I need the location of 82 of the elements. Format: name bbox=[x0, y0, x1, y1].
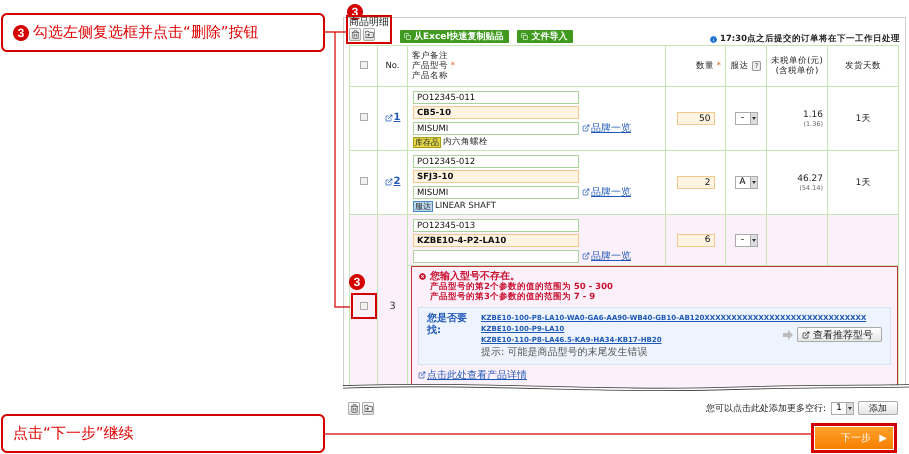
ship-days: 1天 bbox=[856, 114, 870, 124]
product-tag: 服达 bbox=[413, 201, 433, 212]
delete-button[interactable] bbox=[349, 28, 361, 41]
arrow-icon bbox=[783, 330, 793, 340]
column-header: 发货天数 bbox=[844, 61, 882, 71]
quantity-field[interactable]: 2 bbox=[676, 176, 714, 189]
info-icon bbox=[708, 34, 718, 44]
column-header: No. bbox=[384, 61, 401, 71]
external-link-icon bbox=[582, 252, 590, 260]
product-name: 内六角螺栓 bbox=[443, 138, 488, 147]
detail-link[interactable]: 点击此处查看产品详情 bbox=[418, 368, 527, 382]
row-checkbox[interactable] bbox=[360, 177, 368, 185]
folder-icon bbox=[364, 30, 374, 39]
error-title: 您输入型号不存在。 bbox=[418, 271, 891, 282]
select-all-checkbox[interactable] bbox=[360, 60, 368, 68]
brand-field[interactable]: MISUMI bbox=[413, 186, 579, 199]
product-tag: 库存品 bbox=[413, 137, 441, 148]
trash-icon bbox=[350, 30, 360, 39]
folder-button[interactable] bbox=[362, 402, 374, 414]
row-count-select[interactable]: 1 bbox=[831, 402, 854, 414]
caret-icon bbox=[752, 181, 756, 184]
part-number-field[interactable]: SFJ3-10 bbox=[413, 170, 579, 183]
error-icon bbox=[418, 272, 427, 281]
part-number-field[interactable]: CB5-10 bbox=[413, 106, 579, 119]
brand-list-link[interactable]: 品牌一览 bbox=[582, 121, 631, 135]
trash-icon bbox=[350, 404, 358, 412]
external-link-icon bbox=[802, 330, 810, 338]
external-link-icon bbox=[384, 178, 393, 186]
add-button[interactable]: 添加 bbox=[858, 401, 898, 415]
delivery-select[interactable]: A bbox=[734, 176, 758, 189]
instruction-text: 点击“下一步”继续 bbox=[13, 424, 134, 443]
folder-button[interactable] bbox=[363, 28, 375, 41]
column-header: 产品名称 bbox=[412, 71, 449, 81]
brand-field[interactable] bbox=[413, 250, 579, 263]
action-button[interactable]: 文件导入 bbox=[517, 30, 574, 43]
suggestion-label: 您是否要找: bbox=[427, 313, 468, 338]
folder-icon bbox=[364, 404, 372, 412]
suggestion-button[interactable]: 查看推荐型号 bbox=[797, 327, 882, 342]
quantity-field[interactable]: 50 bbox=[676, 112, 714, 125]
part-number-field[interactable]: KZBE10-4-P2-LA10 bbox=[413, 234, 579, 247]
unit-price: 1.16 bbox=[802, 110, 823, 120]
step-marker: 3 bbox=[13, 24, 29, 40]
step-marker: 3 bbox=[349, 274, 365, 290]
hint-text: 提示: 可能是商品型号的末尾发生错误 bbox=[481, 347, 649, 359]
brand-field[interactable]: MISUMI bbox=[413, 122, 579, 135]
row-checkbox[interactable] bbox=[360, 113, 368, 121]
delivery-select[interactable]: - bbox=[734, 234, 758, 246]
external-link-icon bbox=[418, 371, 426, 379]
external-link-icon bbox=[384, 114, 393, 122]
error-message: 产品型号的第2个参数的值的范围为 50 - 300 bbox=[429, 282, 614, 292]
product-name: LINEAR SHAFT bbox=[435, 202, 496, 211]
add-rows-label: 您可以点击此处添加更多空行: bbox=[706, 402, 826, 414]
error-message: 产品型号的第3个参数的值的范围为 7 - 9 bbox=[429, 292, 596, 302]
column-header: (含税单价) bbox=[774, 66, 820, 76]
customer-note-field[interactable]: PO12345-013 bbox=[413, 219, 579, 232]
row-number: 3 bbox=[389, 300, 396, 312]
notice-text: 17:30点之后提交的订单将在下一工作日处理 bbox=[708, 33, 900, 45]
delivery-select[interactable]: - bbox=[734, 112, 758, 125]
column-header: 数量 * bbox=[695, 61, 721, 71]
row-checkbox[interactable] bbox=[360, 302, 368, 310]
delete-button[interactable] bbox=[348, 402, 360, 414]
caret-icon bbox=[752, 117, 756, 120]
quantity-field[interactable]: 6 bbox=[676, 234, 714, 246]
brand-list-link[interactable]: 品牌一览 bbox=[582, 249, 631, 263]
brand-list-link[interactable]: 品牌一览 bbox=[582, 185, 631, 199]
row-number-link[interactable]: 2 bbox=[384, 176, 400, 188]
column-header: 产品型号 * bbox=[412, 61, 456, 71]
copy-icon bbox=[404, 33, 411, 40]
column-header: 未税单价(元) bbox=[771, 56, 823, 66]
external-link-icon bbox=[582, 188, 590, 196]
customer-note-field[interactable]: PO12345-012 bbox=[413, 155, 579, 168]
ship-days: 1天 bbox=[856, 178, 870, 188]
action-button[interactable]: 从Excel快速复制贴品 bbox=[400, 30, 510, 43]
column-header: 客户备注 bbox=[412, 51, 449, 61]
caret-icon bbox=[848, 406, 852, 410]
instruction-text: 勾选左侧复选框并点击“删除”按钮 bbox=[33, 23, 259, 42]
caret-icon bbox=[752, 238, 756, 242]
copy-icon bbox=[521, 33, 528, 40]
unit-price: 46.27 bbox=[796, 174, 823, 184]
customer-note-field[interactable]: PO12345-011 bbox=[413, 91, 579, 104]
external-link-icon bbox=[582, 124, 590, 132]
row-number-link[interactable]: 1 bbox=[384, 112, 400, 124]
